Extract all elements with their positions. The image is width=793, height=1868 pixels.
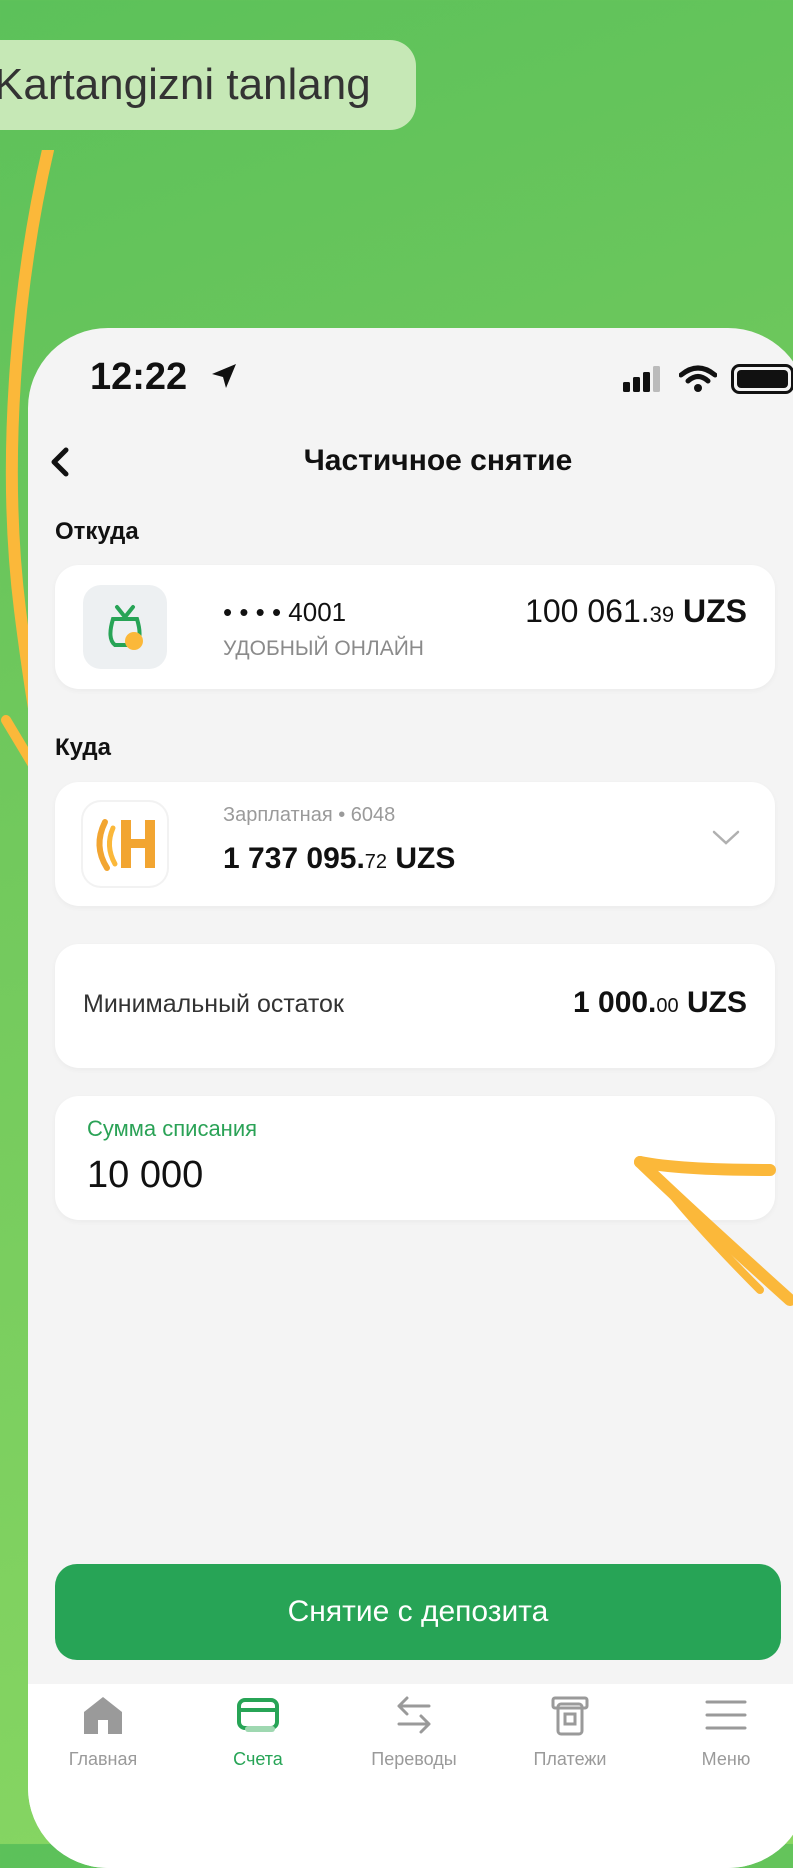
min-balance-label: Минимальный остаток: [83, 990, 344, 1018]
amount-field-label: Сумма списания: [87, 1116, 258, 1141]
tab-menu[interactable]: Меню: [656, 1694, 793, 1770]
min-balance-card: Минимальный остаток 1 000.00 UZS: [55, 944, 775, 1068]
card-icon: [237, 1698, 279, 1732]
hamburger-menu-icon: [705, 1700, 747, 1730]
annotation-arrow-right-icon: [634, 1156, 793, 1306]
tab-accounts[interactable]: Счета: [188, 1694, 328, 1770]
min-balance-value: 1 000.00 UZS: [572, 986, 747, 1019]
page-title: Частичное снятие: [303, 444, 573, 477]
to-label: Куда: [55, 734, 111, 761]
hamkorbank-logo-icon: [83, 802, 167, 886]
signal-icon: [623, 366, 660, 392]
from-account-card[interactable]: • • • • 4001 УДОБНЫЙ ОНЛАЙН 100 061.39 U…: [55, 565, 775, 689]
amount-field-value[interactable]: 10 000: [87, 1154, 203, 1197]
chevron-down-icon: [712, 830, 740, 845]
to-card-name: Зарплатная • 6048: [223, 804, 396, 826]
tab-home[interactable]: Главная: [33, 1694, 173, 1770]
from-balance: 100 061.39 UZS: [525, 593, 747, 629]
hint-banner: Kartangizni tanlang: [0, 40, 416, 130]
tab-payments[interactable]: Платежи: [500, 1694, 640, 1770]
wifi-icon: [679, 365, 717, 392]
transfer-arrows-icon: [397, 1696, 431, 1734]
to-account-selector[interactable]: Зарплатная • 6048 1 737 095.72 UZS: [55, 782, 775, 906]
nav-bar: Частичное снятие: [28, 428, 793, 498]
location-arrow-icon: [212, 364, 236, 388]
status-bar: 12:22: [90, 356, 793, 416]
from-card-number: • • • • 4001: [223, 597, 347, 627]
from-card-name: УДОБНЫЙ ОНЛАЙН: [223, 637, 424, 660]
deposit-icon: [83, 585, 167, 669]
battery-icon: [731, 364, 793, 394]
home-icon: [84, 1697, 122, 1734]
bottom-tab-bar: Главная Счета Переводы Платежи Меню: [28, 1684, 793, 1868]
submit-withdraw-button[interactable]: Снятие с депозита: [55, 1564, 781, 1660]
from-label: Откуда: [55, 518, 139, 545]
status-time: 12:22: [90, 356, 188, 398]
status-icons: [623, 364, 793, 394]
tab-transfers[interactable]: Переводы: [344, 1694, 484, 1770]
hint-text: Kartangizni tanlang: [0, 60, 371, 109]
to-balance: 1 737 095.72 UZS: [223, 842, 456, 875]
phone-screen: 12:22 Частичное снятие Откуда • • • • 40…: [28, 328, 793, 1868]
payment-terminal-icon: [551, 1696, 589, 1736]
